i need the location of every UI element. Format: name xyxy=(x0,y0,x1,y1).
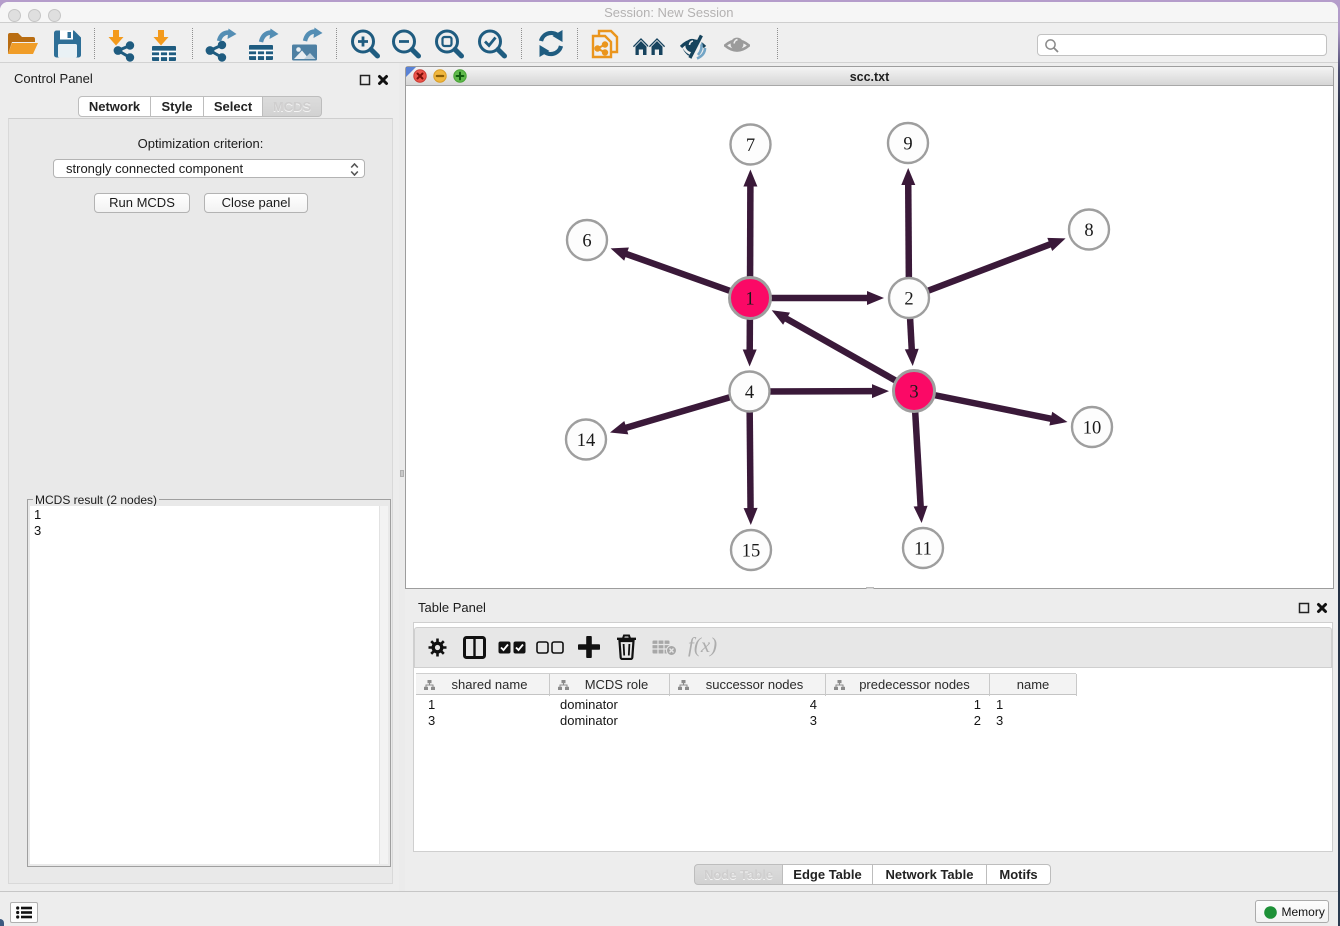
svg-text:11: 11 xyxy=(914,540,932,560)
svg-text:14: 14 xyxy=(577,431,596,451)
svg-text:15: 15 xyxy=(742,542,761,562)
svg-text:10: 10 xyxy=(1083,419,1102,439)
svg-text:1: 1 xyxy=(745,290,754,310)
svg-text:9: 9 xyxy=(903,135,912,155)
svg-text:3: 3 xyxy=(909,383,918,403)
svg-text:2: 2 xyxy=(904,290,913,310)
svg-text:8: 8 xyxy=(1084,221,1093,241)
svg-text:4: 4 xyxy=(745,383,754,403)
svg-text:6: 6 xyxy=(582,232,591,252)
svg-text:7: 7 xyxy=(746,136,755,156)
